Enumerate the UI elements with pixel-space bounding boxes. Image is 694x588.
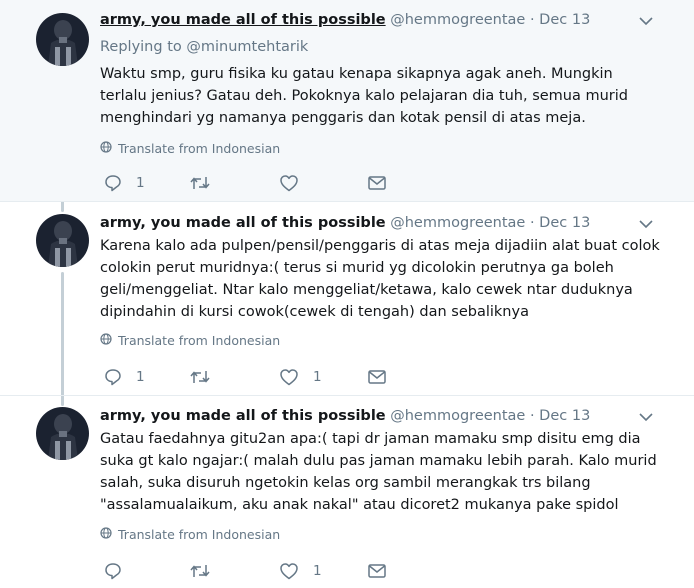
tweet[interactable]: army, you made all of this possible @hem… [0, 396, 694, 588]
tweet-date[interactable]: Dec 13 [539, 215, 590, 231]
user-handle[interactable]: @hemmogreentae [390, 408, 525, 424]
replying-to: Replying to @minumtehtarik [100, 37, 308, 57]
retweet-button[interactable] [189, 367, 225, 387]
message-icon [367, 562, 387, 580]
tweet[interactable]: army, you made all of this possible @hem… [0, 0, 694, 201]
tweet-header: army, you made all of this possible @hem… [100, 406, 654, 426]
avatar[interactable] [36, 13, 89, 66]
like-count: 1 [313, 563, 322, 579]
tweet-header: army, you made all of this possible @hem… [100, 213, 654, 233]
globe-icon [100, 333, 112, 349]
message-icon [367, 174, 387, 192]
translate-label: Translate from Indonesian [118, 527, 281, 542]
action-bar: 1 [100, 173, 400, 193]
action-bar: 1 1 [100, 367, 400, 387]
user-handle[interactable]: @hemmogreentae [390, 215, 525, 231]
translate-label: Translate from Indonesian [118, 333, 281, 348]
reply-button[interactable]: 1 [104, 173, 145, 193]
retweet-button[interactable] [189, 561, 225, 581]
user-handle[interactable]: @hemmogreentae [390, 12, 525, 28]
retweet-icon [189, 562, 211, 580]
tweet-text: Gatau faedahnya gitu2an apa:( tapi dr ja… [100, 431, 657, 513]
display-name[interactable]: army, you made all of this possible [100, 12, 386, 28]
avatar[interactable] [36, 407, 89, 460]
retweet-button[interactable] [189, 173, 225, 193]
reply-button[interactable]: 1 [104, 367, 145, 387]
display-name[interactable]: army, you made all of this possible [100, 408, 386, 424]
reply-to-mention[interactable]: @minumtehtarik [186, 39, 308, 55]
chevron-down-icon[interactable] [638, 216, 654, 232]
reply-icon [104, 562, 122, 580]
tweet-text: Karena kalo ada pulpen/pensil/penggaris … [100, 238, 660, 320]
like-button[interactable]: 1 [279, 561, 322, 581]
reply-count: 1 [136, 369, 145, 385]
retweet-icon [189, 368, 211, 386]
direct-message-button[interactable] [367, 367, 387, 387]
globe-icon [100, 527, 112, 543]
like-button[interactable]: 1 [279, 367, 322, 387]
separator-dot: · [529, 12, 535, 28]
tweet-date[interactable]: Dec 13 [539, 12, 590, 28]
message-icon [367, 368, 387, 386]
reply-button[interactable] [104, 561, 136, 581]
translate-link[interactable]: Translate from Indonesian [100, 141, 280, 157]
translate-link[interactable]: Translate from Indonesian [100, 333, 280, 349]
like-icon [279, 174, 299, 192]
action-bar: 1 [100, 561, 400, 581]
replying-to-label: Replying to [100, 39, 182, 55]
direct-message-button[interactable] [367, 173, 387, 193]
direct-message-button[interactable] [367, 561, 387, 581]
reply-icon [104, 174, 122, 192]
translate-link[interactable]: Translate from Indonesian [100, 527, 280, 543]
separator-dot: · [529, 408, 535, 424]
like-count: 1 [313, 369, 322, 385]
avatar[interactable] [36, 214, 89, 267]
chevron-down-icon[interactable] [638, 409, 654, 425]
tweet-text: Waktu smp, guru fisika ku gatau kenapa s… [100, 66, 629, 126]
like-icon [279, 562, 299, 580]
display-name[interactable]: army, you made all of this possible [100, 215, 386, 231]
reply-count: 1 [136, 175, 145, 191]
tweet-date[interactable]: Dec 13 [539, 408, 590, 424]
separator-dot: · [529, 215, 535, 231]
like-icon [279, 368, 299, 386]
tweet[interactable]: army, you made all of this possible @hem… [0, 202, 694, 395]
globe-icon [100, 141, 112, 157]
retweet-icon [189, 174, 211, 192]
tweet-header: army, you made all of this possible @hem… [100, 10, 654, 30]
reply-icon [104, 368, 122, 386]
translate-label: Translate from Indonesian [118, 141, 281, 156]
chevron-down-icon[interactable] [638, 13, 654, 29]
like-button[interactable] [279, 173, 313, 193]
